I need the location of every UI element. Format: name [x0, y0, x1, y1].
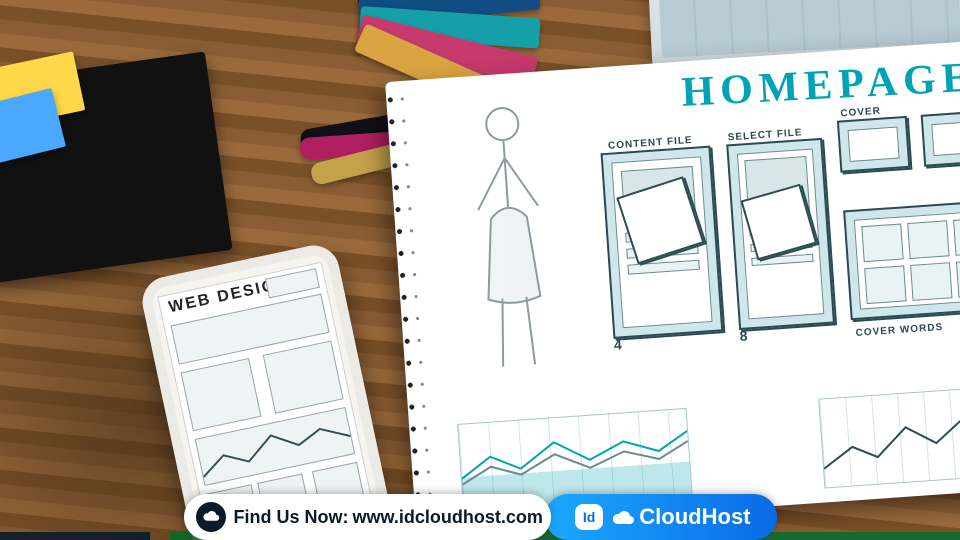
wireframe-grid — [843, 200, 960, 320]
hero-photo: HOMEPAGE CONTENT FILE — [0, 0, 960, 540]
find-us-pill: Find Us Now: www.idcloudhost.com — [184, 494, 551, 540]
fashion-figure-sketch — [431, 93, 590, 382]
brand-wordmark: CloudHost — [611, 504, 750, 530]
footer-banner: Find Us Now: www.idcloudhost.com Id Clou… — [0, 478, 960, 540]
sketch-notebook: HOMEPAGE CONTENT FILE — [385, 39, 960, 531]
panel-label: SELECT FILE — [727, 127, 802, 143]
wireframe-small-1 — [921, 110, 960, 167]
panel-number: 8 — [739, 327, 749, 344]
panel-number: 4 — [613, 336, 623, 353]
wireframe-phone-2: SELECT FILE 8 — [726, 138, 835, 330]
brand-pill: Id CloudHost — [545, 494, 777, 540]
find-us-label: Find Us Now: — [234, 507, 349, 528]
cloudhost-badge-icon — [196, 502, 226, 532]
notebook-title: HOMEPAGE — [681, 54, 960, 117]
panel-label: CONTENT FILE — [608, 135, 693, 152]
panel-label: COVER WORDS — [855, 322, 943, 339]
find-us-url: www.idcloudhost.com — [353, 507, 543, 528]
panel-label: COVER — [840, 106, 881, 120]
brand-id-chip: Id — [575, 504, 603, 530]
brand-name: CloudHost — [639, 504, 750, 530]
spiral-binding — [385, 88, 440, 523]
sketch-line-chart — [818, 385, 960, 488]
wireframe-cover: COVER — [837, 116, 910, 173]
wireframe-phone-1: CONTENT FILE 4 — [601, 146, 724, 339]
